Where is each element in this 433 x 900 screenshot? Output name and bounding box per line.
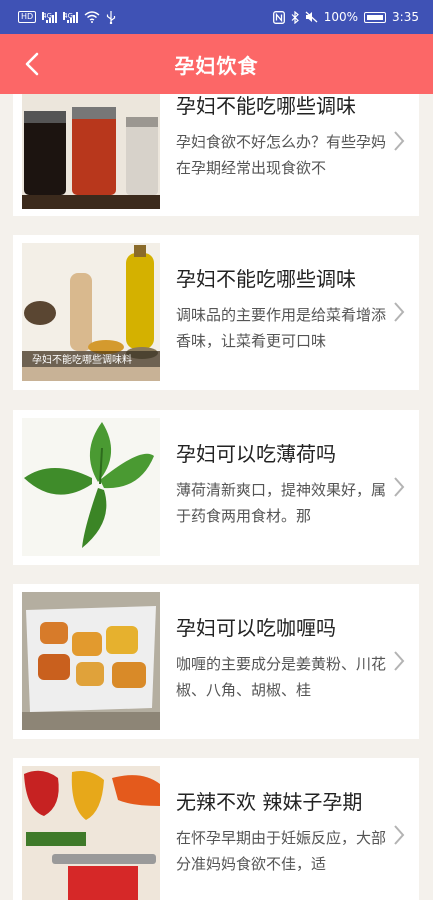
signal-icon: 4G	[42, 11, 58, 23]
chevron-right-icon	[394, 825, 405, 845]
article-card[interactable]: 孕妇可以吃咖喱吗 咖喱的主要成分是姜黄粉、川花椒、八角、胡椒、桂	[13, 584, 419, 739]
bluetooth-icon	[291, 10, 299, 24]
article-text: 孕妇可以吃咖喱吗 咖喱的主要成分是姜黄粉、川花椒、八角、胡椒、桂	[176, 612, 386, 703]
article-title: 孕妇可以吃薄荷吗	[176, 442, 336, 466]
chevron-right-icon	[394, 302, 405, 322]
article-title: 孕妇可以吃咖喱吗	[176, 616, 336, 640]
article-card[interactable]: 孕妇不能吃哪些调味料 孕妇不能吃哪些调味 调味品的主要作用是给菜肴增添香味，让菜…	[13, 235, 419, 390]
hd-badge: HD	[18, 11, 37, 23]
article-desc: 咖喱的主要成分是姜黄粉、川花椒、八角、胡椒、桂	[176, 655, 386, 699]
status-right: 100% 3:35	[272, 10, 419, 24]
article-desc: 在怀孕早期由于妊娠反应，大部分准妈妈食欲不佳，适	[176, 829, 386, 873]
article-text: 孕妇不能吃哪些调味 孕妇食欲不好怎么办？有些孕妈在孕期经常出现食欲不	[176, 94, 386, 181]
article-thumbnail	[22, 418, 160, 556]
status-bar: HD 4G 4G 100% 3:35	[0, 0, 433, 34]
chevron-right-icon	[394, 477, 405, 497]
article-desc: 薄荷清新爽口，提神效果好，属于药食两用食材。那	[176, 481, 386, 525]
chevron-right-icon	[394, 651, 405, 671]
mute-icon	[305, 11, 318, 23]
back-button[interactable]	[10, 34, 54, 94]
clock: 3:35	[392, 10, 419, 24]
usb-icon	[107, 10, 116, 24]
chevron-left-icon	[25, 52, 39, 76]
article-text: 孕妇不能吃哪些调味 调味品的主要作用是给菜肴增添香味，让菜肴更可口味	[176, 263, 386, 354]
thumbnail-caption: 孕妇不能吃哪些调味料	[32, 353, 132, 366]
article-title: 孕妇不能吃哪些调味	[176, 267, 356, 291]
title-bar: 孕妇饮食	[0, 34, 433, 94]
article-thumbnail	[22, 94, 160, 209]
battery-icon	[364, 11, 387, 23]
article-thumbnail	[22, 766, 160, 900]
article-thumbnail: 孕妇不能吃哪些调味料	[22, 243, 160, 381]
signal-icon: 4G	[63, 11, 79, 23]
article-card[interactable]: 孕妇可以吃薄荷吗 薄荷清新爽口，提神效果好，属于药食两用食材。那	[13, 410, 419, 565]
article-card[interactable]: 无辣不欢 辣妹子孕期 在怀孕早期由于妊娠反应，大部分准妈妈食欲不佳，适	[13, 758, 419, 900]
article-list[interactable]: 孕妇不能吃哪些调味 孕妇食欲不好怎么办？有些孕妈在孕期经常出现食欲不 孕妇不能吃…	[0, 94, 433, 900]
chevron-right-icon	[394, 131, 405, 151]
nfc-icon	[272, 10, 285, 24]
article-text: 无辣不欢 辣妹子孕期 在怀孕早期由于妊娠反应，大部分准妈妈食欲不佳，适	[176, 786, 386, 877]
article-card[interactable]: 孕妇不能吃哪些调味 孕妇食欲不好怎么办？有些孕妈在孕期经常出现食欲不	[13, 94, 419, 216]
page-title: 孕妇饮食	[174, 53, 259, 78]
article-title: 无辣不欢 辣妹子孕期	[176, 790, 363, 814]
wifi-icon	[84, 11, 100, 23]
status-left: HD 4G 4G	[18, 10, 116, 24]
article-title: 孕妇不能吃哪些调味	[176, 94, 356, 118]
article-desc: 孕妇食欲不好怎么办？有些孕妈在孕期经常出现食欲不	[176, 133, 386, 177]
article-desc: 调味品的主要作用是给菜肴增添香味，让菜肴更可口味	[176, 306, 386, 350]
battery-percent: 100%	[323, 10, 359, 24]
article-thumbnail	[22, 592, 160, 730]
article-text: 孕妇可以吃薄荷吗 薄荷清新爽口，提神效果好，属于药食两用食材。那	[176, 438, 386, 529]
